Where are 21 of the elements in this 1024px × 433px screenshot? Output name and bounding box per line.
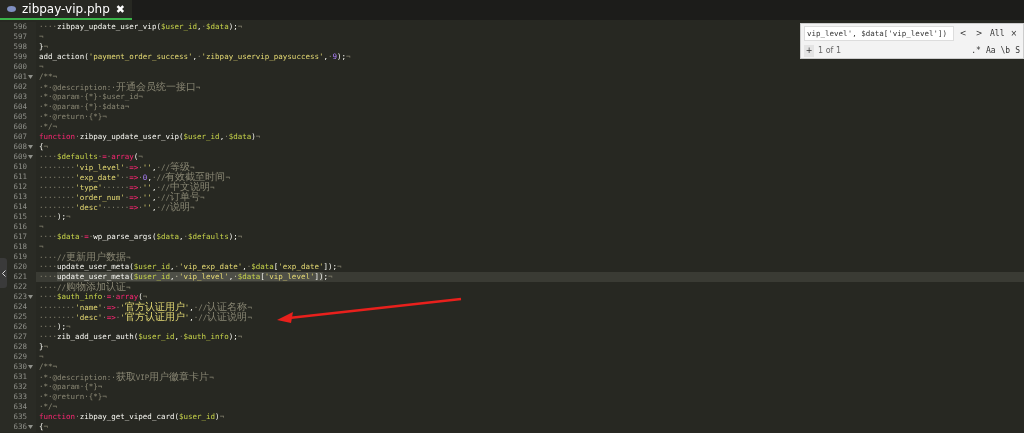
fold-icon[interactable] [28, 425, 33, 429]
collapse-handle[interactable] [0, 258, 7, 288]
match-count: 1 of 1 [818, 44, 841, 57]
close-tab-button[interactable]: ✖ [115, 3, 126, 15]
file-type-icon [7, 6, 16, 12]
fold-icon[interactable] [28, 295, 33, 299]
previous-match-button[interactable]: < [956, 27, 970, 40]
search-option-button[interactable]: Aa [984, 44, 997, 57]
replace-toggle-button[interactable]: + [804, 44, 814, 57]
fold-icon[interactable] [28, 365, 33, 369]
fold-icon[interactable] [28, 155, 33, 159]
find-all-button[interactable]: All [988, 27, 1007, 40]
search-option-button[interactable]: .* [970, 44, 982, 57]
close-button[interactable]: × [1008, 27, 1020, 40]
next-match-button[interactable]: > [972, 27, 986, 40]
fold-icon[interactable] [28, 145, 33, 149]
file-tab[interactable]: zibpay-vip.php ✖ [0, 0, 133, 20]
fold-icon[interactable] [28, 75, 33, 79]
chevron-left-icon [1, 269, 6, 277]
search-option-button[interactable]: S [1014, 44, 1021, 57]
search-option-button[interactable]: \b [999, 44, 1012, 57]
